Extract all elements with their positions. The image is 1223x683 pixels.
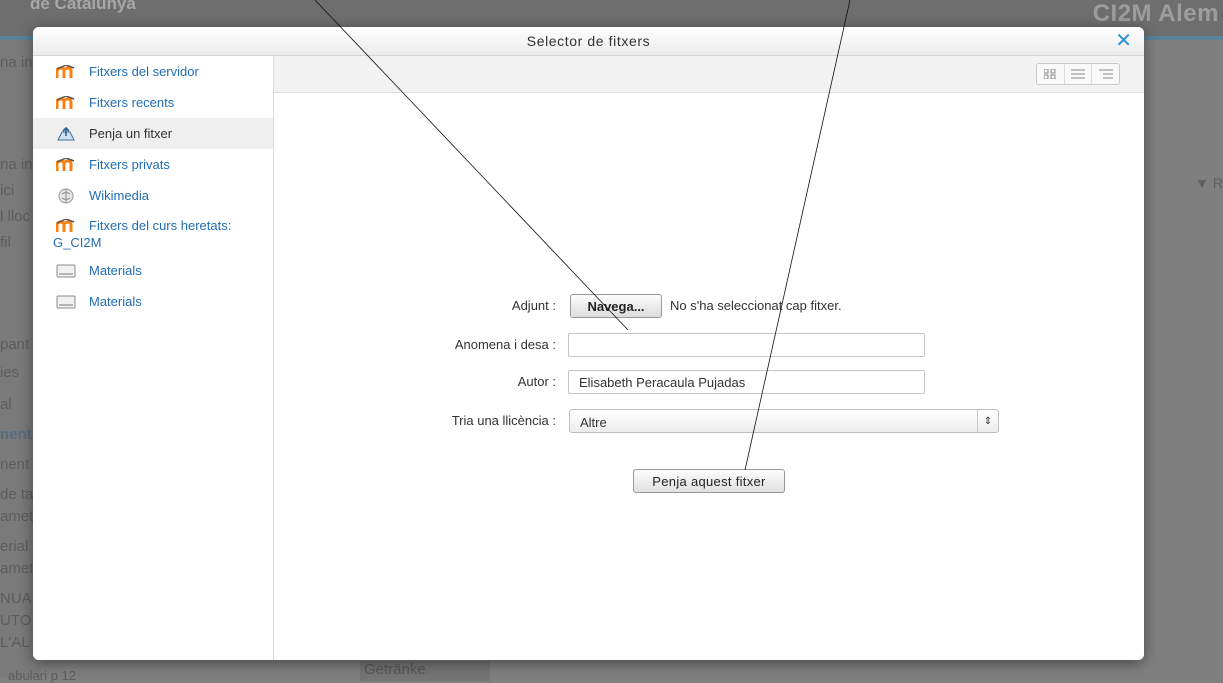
no-file-selected-text: No s'ha seleccionat cap fitxer. bbox=[670, 298, 842, 313]
repository-list: Fitxers del servidor Fitxers recents Pen… bbox=[33, 56, 274, 660]
wikimedia-icon bbox=[55, 188, 77, 204]
save-as-label: Anomena i desa : bbox=[454, 337, 556, 352]
dialog-title: Selector de fitxers bbox=[526, 33, 651, 49]
icons-view-button[interactable] bbox=[1037, 64, 1065, 84]
repo-upload-file[interactable]: Penja un fitxer bbox=[33, 118, 273, 149]
moodle-icon bbox=[55, 157, 77, 173]
license-select[interactable]: Altre ⇕ bbox=[569, 409, 999, 433]
license-row: Tria una llicència : Altre ⇕ bbox=[274, 409, 1144, 433]
repo-label: Materials bbox=[89, 262, 142, 278]
view-switcher bbox=[1036, 63, 1120, 85]
license-label: Tria una llicència : bbox=[451, 413, 556, 428]
author-input[interactable] bbox=[568, 370, 925, 394]
browse-button[interactable]: Navega... bbox=[570, 294, 662, 318]
repo-inherited-course-files[interactable]: Fitxers del curs heretats: G_CI2M bbox=[33, 211, 273, 255]
folder-icon bbox=[55, 263, 77, 279]
file-picker-content: Adjunt : Navega... No s'ha seleccionat c… bbox=[274, 56, 1144, 660]
repo-label: Fitxers recents bbox=[89, 94, 175, 110]
repo-label: Fitxers del curs heretats: bbox=[89, 218, 232, 233]
repo-server-files[interactable]: Fitxers del servidor bbox=[33, 56, 273, 87]
repo-private-files[interactable]: Fitxers privats bbox=[33, 149, 273, 180]
view-toolbar bbox=[274, 56, 1144, 93]
repo-label: Fitxers privats bbox=[89, 156, 170, 172]
background-right-item: ▼ R bbox=[1195, 175, 1223, 191]
repo-materials[interactable]: Materials bbox=[33, 255, 273, 286]
moodle-icon bbox=[55, 95, 77, 111]
background-site-name: de Catalunya bbox=[30, 0, 136, 13]
moodle-icon bbox=[55, 218, 77, 234]
tree-view-button[interactable] bbox=[1092, 64, 1119, 84]
license-selected-value: Altre bbox=[580, 415, 607, 430]
repo-label: Wikimedia bbox=[89, 187, 149, 203]
dialog-header: Selector de fitxers ✕ bbox=[33, 27, 1144, 56]
repo-label: Fitxers del servidor bbox=[89, 63, 199, 79]
folder-icon bbox=[55, 294, 77, 310]
file-picker-dialog: Selector de fitxers ✕ Fitxers del servid… bbox=[33, 27, 1144, 660]
list-view-button[interactable] bbox=[1065, 64, 1093, 84]
upload-icon bbox=[55, 126, 77, 142]
save-as-row: Anomena i desa : bbox=[274, 333, 1144, 357]
close-icon[interactable]: ✕ bbox=[1115, 29, 1132, 53]
author-label: Autor : bbox=[517, 374, 556, 389]
upload-file-button[interactable]: Penja aquest fitxer bbox=[633, 469, 785, 493]
select-arrows-icon: ⇕ bbox=[977, 410, 998, 432]
author-row: Autor : bbox=[274, 370, 1144, 394]
repo-label-course: G_CI2M bbox=[53, 235, 102, 250]
moodle-icon bbox=[55, 64, 77, 80]
background-bottom-text: abulari p 12 bbox=[8, 668, 76, 683]
repo-wikimedia[interactable]: Wikimedia bbox=[33, 180, 273, 211]
repo-materials[interactable]: Materials bbox=[33, 286, 273, 317]
attachment-row: Adjunt : Navega... No s'ha seleccionat c… bbox=[274, 294, 1144, 318]
repo-recent-files[interactable]: Fitxers recents bbox=[33, 87, 273, 118]
background-course-name: CI2M Alem bbox=[1092, 0, 1219, 27]
repo-label: Materials bbox=[89, 293, 142, 309]
repo-label: Penja un fitxer bbox=[89, 125, 173, 141]
attachment-label: Adjunt : bbox=[511, 298, 556, 313]
save-as-input[interactable] bbox=[568, 333, 925, 357]
background-bottom-field: Getränke bbox=[360, 661, 490, 681]
